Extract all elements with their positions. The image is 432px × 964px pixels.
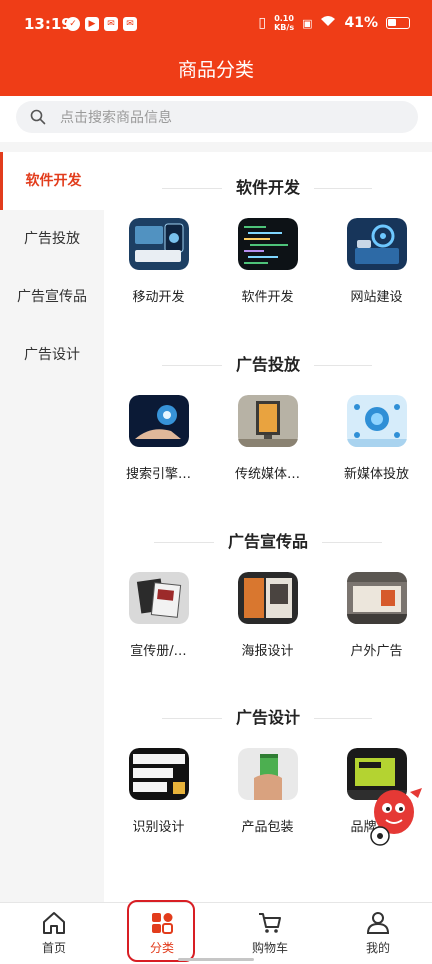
floating-mascot-icon[interactable] xyxy=(364,784,426,850)
item-grid: 移动开发 软件开发 网站建设 xyxy=(104,218,432,305)
search-engine-thumbnail xyxy=(128,395,189,447)
section-promo-materials: 广告宣传品 宣传册/… 海报设计 户外广告 xyxy=(104,524,432,659)
section-title: 广告投放 xyxy=(221,347,314,383)
page-title: 商品分类 xyxy=(177,59,254,81)
wifi-icon xyxy=(320,15,336,31)
software-dev-thumbnail xyxy=(237,218,298,270)
mail-notification-icon: ✉ xyxy=(104,17,118,31)
status-bar: 13:19 ✓ ▶ ✉ ✉ ▯ 0.10 KB/s ▣ 41% xyxy=(0,0,432,52)
sidebar-item-promo-materials[interactable]: 广告宣传品 xyxy=(0,268,104,326)
sidebar-item-label: 广告设计 xyxy=(24,347,80,363)
brochure-thumbnail xyxy=(128,572,189,624)
item-grid: 宣传册/… 海报设计 户外广告 xyxy=(104,572,432,659)
tab-label: 首页 xyxy=(41,941,66,955)
section-header: 广告投放 xyxy=(104,347,432,383)
traditional-media-thumbnail xyxy=(237,395,298,447)
active-tab-highlight xyxy=(127,900,195,962)
sidebar-item-label: 广告宣传品 xyxy=(17,289,87,305)
tab-label: 购物车 xyxy=(251,941,288,955)
tab-label: 我的 xyxy=(365,941,390,955)
sidebar-item-ad-placement[interactable]: 广告投放 xyxy=(0,210,104,268)
section-software-dev: 软件开发 移动开发 软件开发 网站建设 xyxy=(104,170,432,305)
identity-design-thumbnail xyxy=(128,748,189,800)
status-time: 13:19 xyxy=(24,15,72,33)
video-notification-icon: ▶ xyxy=(85,17,99,31)
home-icon xyxy=(43,912,65,934)
item-label: 新媒体投放 xyxy=(343,467,409,482)
search-icon xyxy=(30,109,46,125)
item-traditional-media[interactable]: 传统媒体… xyxy=(213,395,322,482)
item-product-packaging[interactable]: 产品包装 xyxy=(213,748,322,835)
bottom-tab-bar: 首页 分类 购物车 我的 xyxy=(0,902,432,964)
net-speed: 0.10 KB/s xyxy=(274,14,294,32)
divider xyxy=(0,142,432,152)
outdoor-ad-thumbnail xyxy=(346,572,407,624)
mobile-dev-thumbnail xyxy=(128,218,189,270)
section-title: 广告宣传品 xyxy=(213,524,322,560)
section-ad-design: 广告设计 识别设计 产品包装 xyxy=(104,700,432,835)
item-label: 识别设计 xyxy=(132,820,185,835)
tab-home[interactable]: 首页 xyxy=(0,903,108,964)
item-mobile-dev[interactable]: 移动开发 xyxy=(104,218,213,305)
sidebar-item-software-dev[interactable]: 软件开发 xyxy=(0,152,104,210)
item-website-build[interactable]: 网站建设 xyxy=(322,218,431,305)
notification-icons: ✓ ▶ ✉ ✉ xyxy=(66,17,137,31)
category-sidebar: 软件开发 广告投放 广告宣传品 广告设计 xyxy=(0,152,104,902)
section-ad-placement: 广告投放 搜索引擎… 传统媒体… 新媒体投放 xyxy=(104,347,432,482)
sidebar-item-label: 软件开发 xyxy=(25,173,82,189)
search-input[interactable]: 点击搜索商品信息 xyxy=(16,101,418,133)
net-speed-unit: KB/s xyxy=(274,23,295,32)
check-notification-icon: ✓ xyxy=(66,17,80,31)
item-label: 传统媒体… xyxy=(234,467,300,482)
section-header: 广告设计 xyxy=(104,700,432,736)
item-outdoor-ad[interactable]: 户外广告 xyxy=(322,572,431,659)
section-header: 广告宣传品 xyxy=(104,524,432,560)
item-label: 产品包装 xyxy=(241,820,294,835)
tab-cart[interactable]: 购物车 xyxy=(216,903,324,964)
item-label: 宣传册/… xyxy=(130,644,187,659)
item-new-media[interactable]: 新媒体投放 xyxy=(322,395,431,482)
section-title: 广告设计 xyxy=(221,700,314,736)
item-label: 网站建设 xyxy=(350,290,403,305)
item-label: 移动开发 xyxy=(132,290,185,305)
search-area: 点击搜索商品信息 xyxy=(0,96,432,142)
battery-percent: 41% xyxy=(344,15,378,31)
item-identity-design[interactable]: 识别设计 xyxy=(104,748,213,835)
sidebar-item-label: 广告投放 xyxy=(24,231,80,247)
item-grid: 搜索引擎… 传统媒体… 新媒体投放 xyxy=(104,395,432,482)
section-title: 软件开发 xyxy=(221,170,314,206)
item-poster-design[interactable]: 海报设计 xyxy=(213,572,322,659)
battery-icon xyxy=(386,17,410,29)
product-packaging-thumbnail xyxy=(237,748,298,800)
item-label: 户外广告 xyxy=(350,644,403,659)
search-placeholder: 点击搜索商品信息 xyxy=(60,110,172,126)
website-build-thumbnail xyxy=(346,218,407,270)
item-label: 海报设计 xyxy=(241,644,294,659)
cart-icon xyxy=(259,913,281,933)
item-label: 软件开发 xyxy=(241,290,294,305)
item-search-engine[interactable]: 搜索引擎… xyxy=(104,395,213,482)
home-indicator xyxy=(178,958,254,961)
item-software-dev[interactable]: 软件开发 xyxy=(213,218,322,305)
header: 商品分类 xyxy=(0,52,432,96)
sim-icon: ▣ xyxy=(302,16,313,30)
section-header: 软件开发 xyxy=(104,170,432,206)
item-label: 搜索引擎… xyxy=(125,467,191,482)
poster-design-thumbnail xyxy=(237,572,298,624)
new-media-thumbnail xyxy=(346,395,407,447)
profile-icon xyxy=(366,912,390,934)
tab-profile[interactable]: 我的 xyxy=(324,903,432,964)
mail-notification-icon-2: ✉ xyxy=(123,17,137,31)
item-brochure[interactable]: 宣传册/… xyxy=(104,572,213,659)
net-speed-value: 0.10 xyxy=(274,14,294,23)
vibrate-icon: ▯ xyxy=(258,15,267,31)
status-right: ▯ 0.10 KB/s ▣ 41% xyxy=(258,14,410,32)
sidebar-item-ad-design[interactable]: 广告设计 xyxy=(0,326,104,384)
